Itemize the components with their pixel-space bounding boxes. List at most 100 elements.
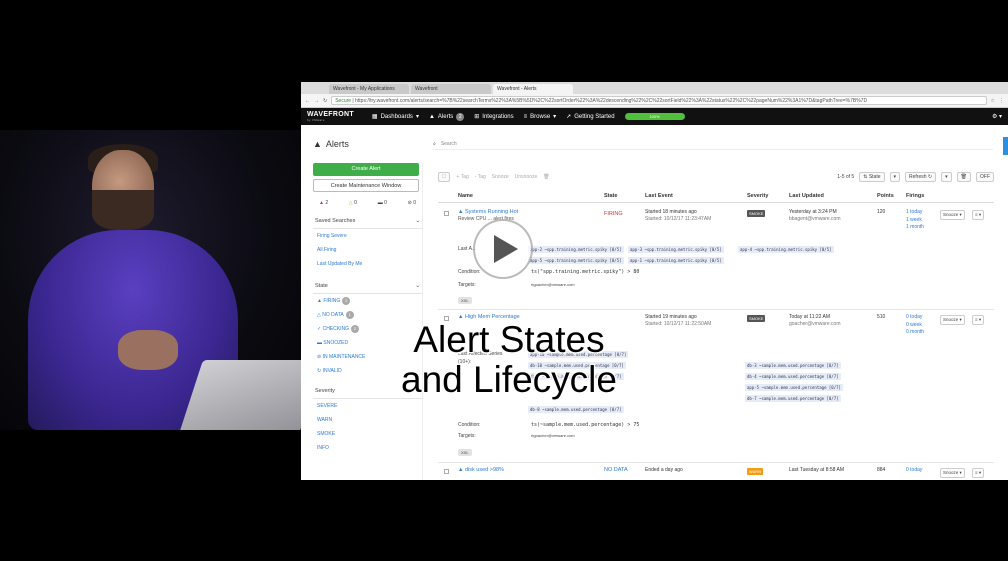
sort-dropdown[interactable]: ⇅ State [859,171,885,182]
series-chip[interactable]: app-3 ~spp.training.metric.spiky [0/5] [628,246,724,253]
saved-searches-header[interactable]: Saved Searches ⌄ [313,214,422,229]
severity-filter-severe[interactable]: SEVERE [313,399,422,413]
presenter-beard [92,190,154,230]
unsnooze-button[interactable]: Unsnooze [515,174,538,180]
severity-filter-info[interactable]: INFO [313,441,422,455]
refresh-button[interactable]: Refresh ↻ [905,171,937,182]
col-severity[interactable]: Severity [747,193,768,199]
row-checkbox[interactable] [444,469,449,474]
snooze-dropdown[interactable]: Snooze ▾ [940,315,965,325]
state-filter-firing[interactable]: ▲ FIRING 2 [313,294,422,308]
saved-search-item[interactable]: Last Updated By Me [313,257,422,271]
getting-started-progress: 100% [624,113,685,120]
select-all-checkbox[interactable]: ☐ [438,171,451,182]
off-toggle[interactable]: OFF [976,171,994,182]
back-icon[interactable]: ← [305,98,310,104]
col-points[interactable]: Points [877,193,894,199]
reload-icon[interactable]: ↻ [323,98,327,104]
presenter-hands [118,330,178,370]
nav-browse[interactable]: ≡ Browse ▾ [524,113,557,121]
browser-window: Wavefront - My Applications Wavefront Wa… [301,82,1008,480]
row-menu[interactable]: ≡ ▾ [972,315,985,325]
snooze-button[interactable]: Snooze [492,174,509,180]
browser-tab-active[interactable]: Wavefront - Alerts [493,84,573,94]
table-row[interactable]: ▲ disk used >98% NO DATA Ended a day ago… [438,464,994,480]
row-checkbox[interactable] [444,211,449,216]
browser-tab[interactable]: Wavefront [411,84,491,94]
series-chip[interactable]: db-7 ~sample.mem.used.percentage [0/7] [745,395,841,402]
remove-tag-button[interactable]: - Tag [475,174,486,180]
col-last-updated[interactable]: Last Updated [789,193,824,199]
play-button[interactable] [473,219,533,279]
col-last-event[interactable]: Last Event [645,193,673,199]
col-state[interactable]: State [604,193,617,199]
chevron-down-icon: ⌄ [415,283,420,289]
alert-name-link[interactable]: ▲ disk used >98% [458,467,504,473]
snooze-dropdown[interactable]: Snooze ▾ [940,210,965,220]
series-chip[interactable]: app-4 ~spp.training.metric.spiky [0/5] [738,246,834,253]
series-chip[interactable]: app-1 ~spp.training.metric.spiky [0/5] [628,257,724,264]
create-alert-button[interactable]: Create Alert [313,163,419,176]
col-firings[interactable]: Firings [906,193,924,199]
series-chip[interactable]: db-3 ~sample.mem.used.percentage [0/7] [745,362,841,369]
series-chip[interactable]: app-5 ~sample.mem.used.percentage [0/7] [745,384,843,391]
series-chip[interactable]: app-2 ~spp.training.metric.spiky [0/5] [528,246,624,253]
url-field[interactable]: Secure | https://try.wavefront.com/alert… [331,96,987,105]
search-icon: ⌕ [433,140,436,147]
video-title-overlay: Alert States and Lifecycle [384,320,634,400]
warn-count[interactable]: △ 0 [349,200,357,206]
chevron-down-icon: ⌄ [415,218,420,224]
firing-count[interactable]: ▲ 2 [319,200,328,206]
maintenance-count[interactable]: ⊘ 0 [408,200,416,206]
snoozed-icon: ▬ [317,340,322,346]
nav-getting-started[interactable]: ➚ Getting Started [566,113,614,121]
add-tag-button[interactable]: + Tag [456,174,468,180]
nav-integrations[interactable]: ⊞ Integrations [474,113,513,121]
nav-dashboards[interactable]: ▦ Dashboards ▾ [371,113,419,121]
dashboards-icon: ▦ [371,114,378,120]
rocket-icon: ➚ [566,114,572,120]
alert-state: NO DATA [604,467,628,473]
logo-subtitle: by VMware [307,118,325,122]
side-panel-toggle[interactable] [1003,137,1008,155]
create-maintenance-window-button[interactable]: Create Maintenance Window [313,179,419,192]
saved-search-item[interactable]: Firing Severe [313,229,422,243]
play-icon [494,235,518,263]
series-chip[interactable]: app-5 ~spp.training.metric.spiky [0/5] [528,257,624,264]
row-menu[interactable]: ≡ ▾ [972,210,985,220]
updated-by: bbagent@vmware.com [789,216,841,222]
saved-search-item[interactable]: All Firing [313,243,422,257]
refresh-dropdown[interactable]: ▾ [941,171,952,182]
title-line-1: Alert States [413,319,605,360]
search-input[interactable]: Search [441,141,457,147]
delete-icon[interactable]: 🗑 [543,174,549,180]
col-name[interactable]: Name [458,193,473,199]
targets-value: rtgoacher@vmware.com [531,282,575,287]
snooze-dropdown[interactable]: Snooze ▾ [940,468,965,478]
severity-filter-smoke[interactable]: SMOKE [313,427,422,441]
browser-tab[interactable]: Wavefront - My Applications [329,84,409,94]
browser-tab-bar: Wavefront - My Applications Wavefront Wa… [301,82,1008,94]
last-event: Started 18 minutes ago [645,209,697,215]
star-icon[interactable]: ☆ [991,98,995,104]
address-bar: ← → ↻ Secure | https://try.wavefront.com… [301,94,1008,108]
tag-chip[interactable]: XXL [458,297,472,304]
wavefront-logo[interactable]: WAVEFRONT by VMware [307,111,354,122]
gear-icon[interactable]: ⚙ ▾ [992,113,1002,120]
series-chip[interactable]: db-4 ~sample.mem.used.percentage [0/7] [745,373,841,380]
state-filter-header[interactable]: State ⌄ [313,279,422,294]
sort-direction[interactable]: ▾ [889,171,901,182]
severity-filter-warn[interactable]: WARN [313,413,422,427]
tag-chip[interactable]: XXL [458,449,472,456]
nav-alerts[interactable]: ▲ Alerts 2 [429,112,465,121]
snoozed-count[interactable]: ▬ 0 [378,200,387,206]
forward-icon[interactable]: → [314,98,319,104]
series-chip[interactable]: db-8 ~sample.mem.used.percentage [0/7] [528,406,624,413]
trash-icon[interactable]: 🗑 [956,171,971,182]
search-bar[interactable]: ⌕ Search [433,138,993,150]
alert-name-link[interactable]: ▲ Systems Running Hot [458,209,518,215]
browser-menu-icon[interactable]: ⋮ [999,98,1004,104]
result-range: 1-5 of 5 [837,173,855,180]
row-menu[interactable]: ≡ ▾ [972,468,985,478]
last-updated: Today at 11:22 AM [789,314,831,320]
